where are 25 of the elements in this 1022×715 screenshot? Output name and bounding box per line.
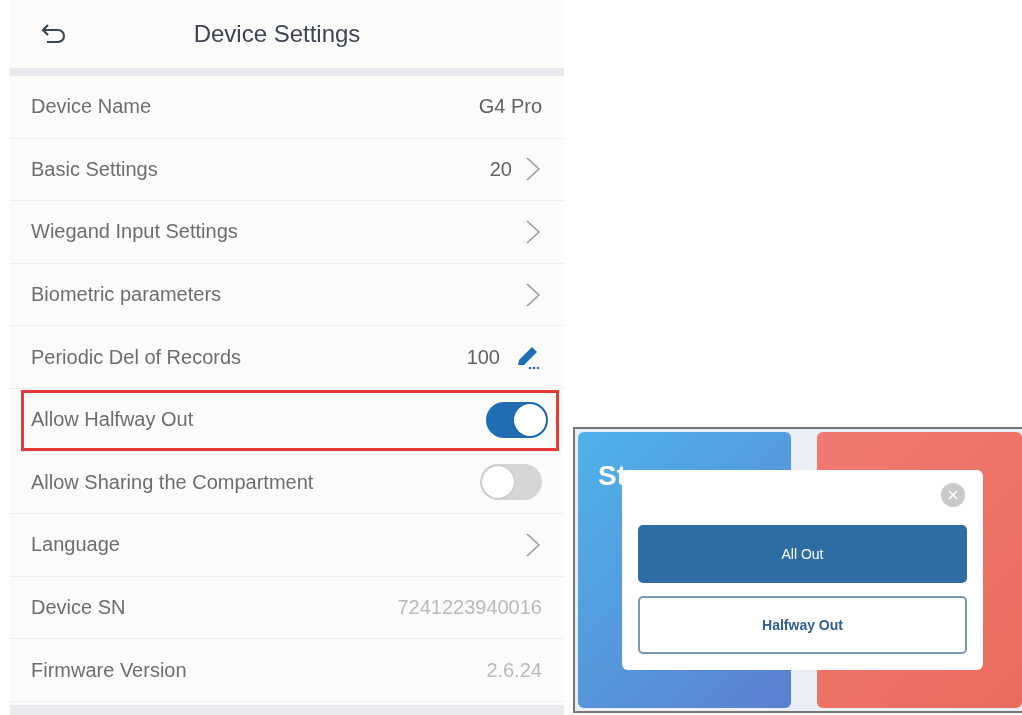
setting-label: Allow Sharing the Compartment	[31, 470, 315, 494]
chevron-right-icon[interactable]	[524, 218, 542, 246]
setting-label: Device Name	[31, 95, 153, 119]
close-icon[interactable]	[941, 483, 965, 507]
dialog-button[interactable]: All Out	[638, 525, 967, 583]
setting-label: Wiegand Input Settings	[31, 220, 239, 244]
setting-value: 100	[466, 345, 500, 369]
setting-label: Periodic Del of Records	[31, 345, 243, 369]
setting-value: G4 Pro	[478, 95, 542, 119]
toggle-switch[interactable]	[486, 401, 548, 438]
setting-label: Biometric parameters	[31, 283, 223, 307]
setting-label: Language	[31, 533, 121, 557]
setting-label: Device SN	[31, 596, 127, 620]
setting-value: 2.6.24	[486, 658, 542, 682]
toggle-switch[interactable]	[480, 464, 542, 501]
chevron-right-icon[interactable]	[524, 155, 542, 184]
setting-label: Basic Settings	[31, 157, 159, 181]
setting-label: Allow Halfway Out	[31, 408, 195, 432]
chevron-right-icon[interactable]	[524, 280, 542, 309]
page-title: Device Settings	[192, 20, 362, 48]
setting-label: Firmware Version	[31, 658, 188, 682]
dialog-button[interactable]: Halfway Out	[638, 596, 967, 654]
chevron-right-icon[interactable]	[524, 530, 542, 559]
setting-value: 7241223940016	[397, 596, 542, 620]
setting-value: 20	[489, 157, 512, 181]
